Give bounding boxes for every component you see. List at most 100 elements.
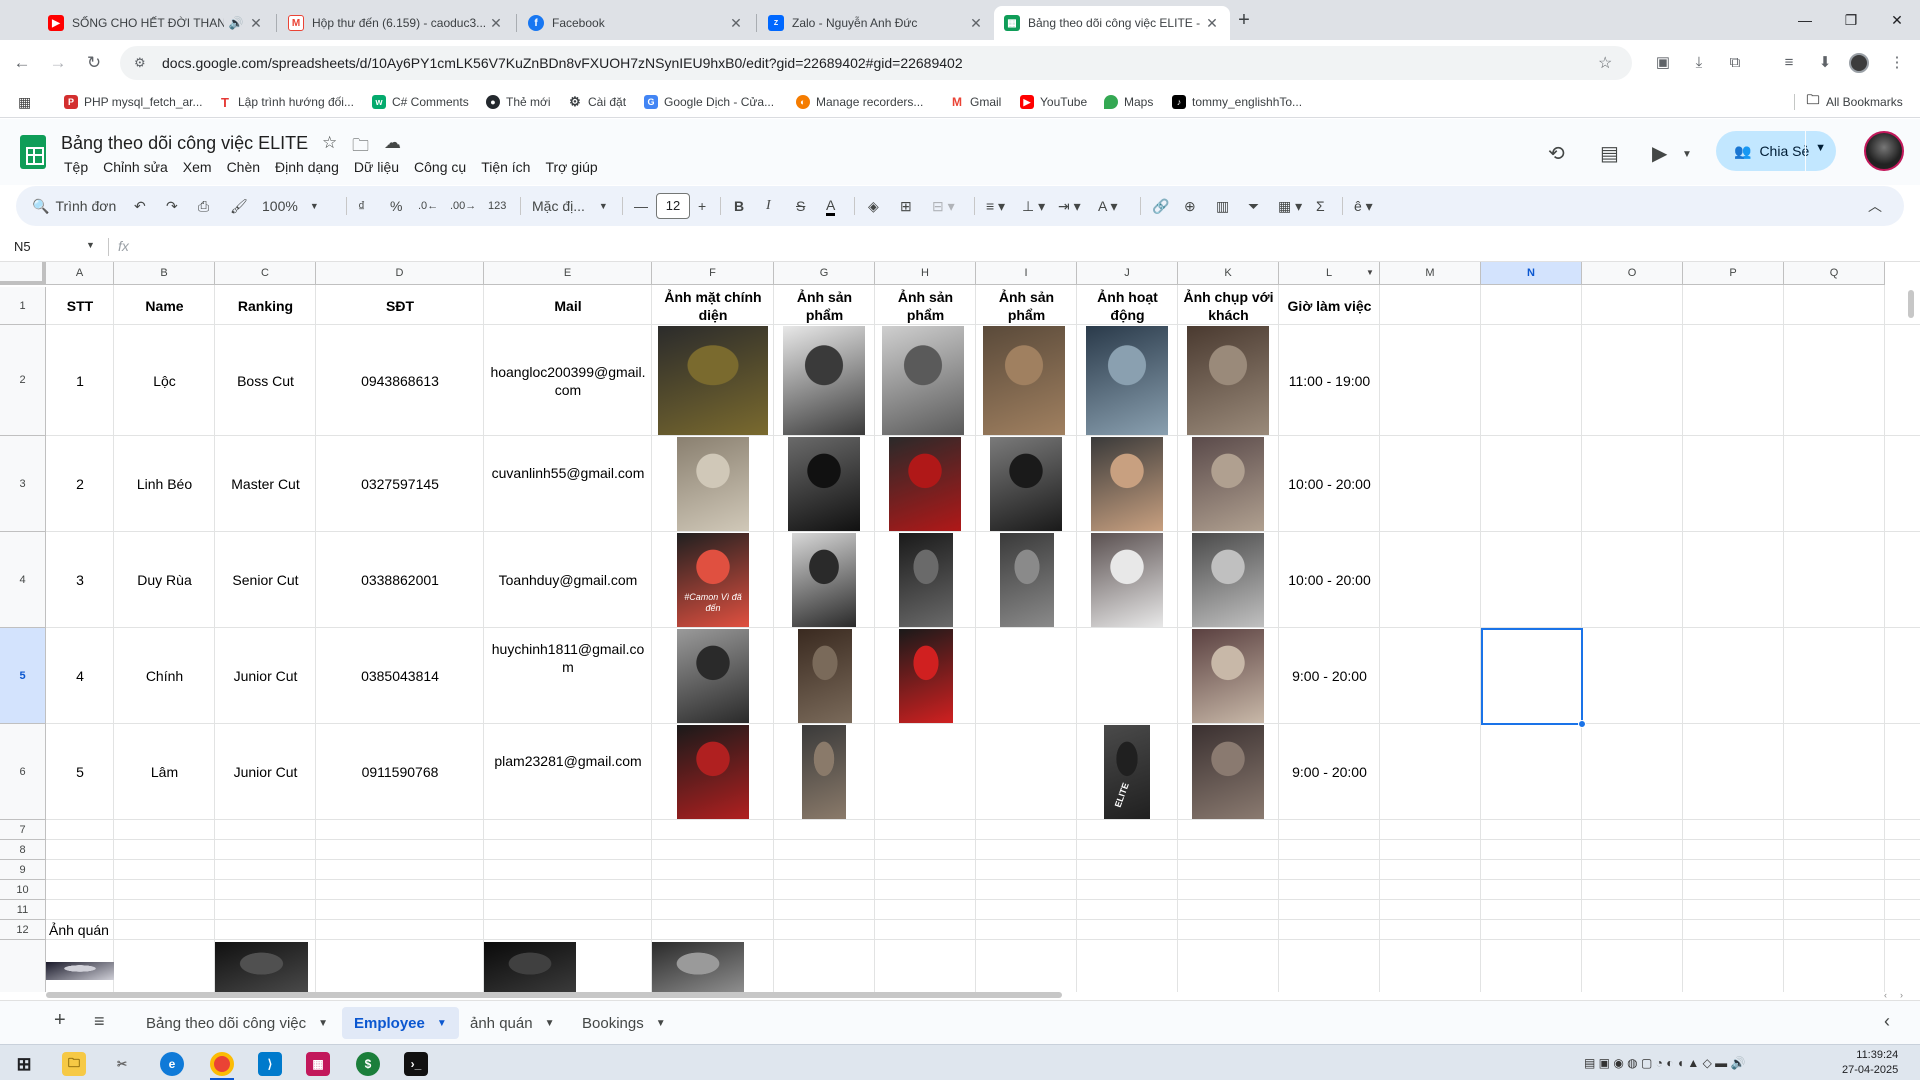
column-header-a[interactable]: A	[46, 262, 114, 285]
cell-photo[interactable]	[783, 326, 865, 435]
cloud-saved-icon[interactable]: ☁	[384, 133, 401, 153]
undo-icon[interactable]: ↶	[134, 196, 146, 216]
column-header-o[interactable]: O	[1582, 262, 1683, 285]
header-anh-sp-1[interactable]: Ảnh sản phẩm	[774, 287, 875, 325]
cell-ranking[interactable]: Senior Cut	[215, 532, 316, 628]
more-menu-icon[interactable]: ⋮	[1886, 52, 1908, 74]
paint-format-icon[interactable]: 🖌	[230, 196, 248, 216]
cell-name[interactable]: Linh Béo	[114, 436, 215, 532]
vscode-icon[interactable]: ⟩	[258, 1052, 282, 1076]
column-header-k[interactable]: K	[1178, 262, 1279, 285]
browser-tab-gmail[interactable]: M Hộp thư đến (6.159) - caoduc3... ✕	[278, 6, 514, 40]
selected-cell-n5[interactable]	[1481, 628, 1583, 725]
sheets-logo-icon[interactable]	[20, 135, 46, 169]
cell-photo[interactable]	[889, 437, 961, 531]
cell-gio[interactable]: 10:00 - 20:00	[1279, 532, 1380, 628]
row-header-3[interactable]: 3	[0, 436, 46, 532]
header-anh-hoat-dong[interactable]: Ảnh hoạt động	[1077, 287, 1178, 325]
meet-camera-icon[interactable]: ▶	[1652, 141, 1667, 166]
row-header-7[interactable]: 7	[0, 820, 46, 840]
chevron-down-icon[interactable]: ▼	[437, 1018, 447, 1029]
cell-name[interactable]: Duy Rùa	[114, 532, 215, 628]
cell-photo[interactable]	[802, 725, 846, 819]
cell-mail[interactable]: plam23281@gmail.com	[484, 724, 652, 820]
print-icon[interactable]: ⎙	[198, 196, 209, 216]
document-title[interactable]: Bảng theo dõi công việc ELITE	[61, 133, 308, 154]
bold-icon[interactable]: B	[734, 196, 744, 216]
spreadsheet-grid[interactable]: STT Name Ranking SĐT Mail Ảnh mặt chính …	[0, 262, 1920, 992]
browser-tab-facebook[interactable]: f Facebook ✕	[518, 6, 754, 40]
bookmark-gmail[interactable]: M Gmail	[950, 93, 1001, 111]
column-header-b[interactable]: B	[114, 262, 215, 285]
cell-photo[interactable]	[677, 437, 749, 531]
cell-anh-quan[interactable]: Ảnh quán	[46, 920, 182, 940]
bookmark-php[interactable]: P PHP mysql_fetch_ar...	[64, 93, 203, 111]
increase-decimal-button[interactable]: .00 →	[450, 196, 476, 216]
bookmark-youtube[interactable]: ▶ YouTube	[1020, 93, 1087, 111]
column-header-g[interactable]: G	[774, 262, 875, 285]
terminal-icon[interactable]: ›_	[404, 1052, 428, 1076]
star-icon[interactable]: ☆	[322, 133, 337, 153]
cell-sdt[interactable]: 0338862001	[316, 532, 484, 628]
edge-icon[interactable]: e	[160, 1052, 184, 1076]
cell-ranking[interactable]: Junior Cut	[215, 628, 316, 724]
browser-tab-youtube[interactable]: ▶ SỐNG CHO HẾT ĐỜI THAN 🔊 ✕	[38, 6, 274, 40]
all-sheets-icon[interactable]: ≡	[94, 1011, 105, 1032]
cell-sdt[interactable]: 0943868613	[316, 325, 484, 436]
version-history-icon[interactable]: ⟲	[1548, 141, 1565, 166]
functions-icon[interactable]: Σ	[1316, 196, 1325, 216]
share-button[interactable]: 👥 Chia Sẻ ▼	[1716, 131, 1836, 171]
windows-start-icon[interactable]: ⊞	[12, 1052, 36, 1076]
row-header-1[interactable]: 1	[0, 287, 46, 325]
header-ranking[interactable]: Ranking	[215, 287, 316, 325]
menu-help[interactable]: Trợ giúp	[545, 159, 597, 175]
fill-color-icon[interactable]: ◈	[868, 196, 879, 216]
cell-gio[interactable]: 10:00 - 20:00	[1279, 436, 1380, 532]
bookmark-settings[interactable]: ⚙ Cài đặt	[568, 93, 626, 111]
cell-mail[interactable]: hoangloc200399@gmail.com	[484, 325, 652, 436]
reload-icon[interactable]: ↻	[83, 52, 105, 74]
menu-format[interactable]: Định dạng	[275, 159, 339, 175]
cell-photo[interactable]	[1091, 437, 1163, 531]
extension-icon[interactable]: ▣	[1652, 52, 1674, 74]
filter-views-icon[interactable]: ▦ ▾	[1278, 196, 1302, 216]
decrease-font-size-icon[interactable]: —	[634, 196, 648, 216]
row-header-8[interactable]: 8	[0, 840, 46, 860]
bookmark-tiktok[interactable]: ♪ tommy_englishhTo...	[1172, 93, 1302, 111]
row-header-10[interactable]: 10	[0, 880, 46, 900]
snipping-tool-icon[interactable]: ✂	[110, 1052, 134, 1076]
column-header-e[interactable]: E	[484, 262, 652, 285]
cell-photo[interactable]	[882, 326, 964, 435]
row-header-12[interactable]: 12	[0, 920, 46, 940]
cell-photo[interactable]	[788, 437, 860, 531]
text-wrap-icon[interactable]: ⇥ ▾	[1058, 196, 1081, 216]
cell-ranking[interactable]: Boss Cut	[215, 325, 316, 436]
browser-tab-zalo[interactable]: Z Zalo - Nguyễn Anh Đức ✕	[758, 6, 994, 40]
scroll-left-icon[interactable]: ‹	[1884, 990, 1887, 1000]
decrease-decimal-button[interactable]: .0 ←	[418, 196, 438, 216]
column-filter-caret-icon[interactable]: ▼	[1366, 268, 1374, 277]
select-all-corner[interactable]	[0, 262, 46, 285]
header-mail[interactable]: Mail	[484, 287, 652, 325]
cell-photo[interactable]	[215, 942, 308, 992]
menu-insert[interactable]: Chèn	[227, 159, 260, 175]
site-settings-icon[interactable]: ⚙	[134, 55, 152, 71]
cell-photo[interactable]	[1192, 629, 1264, 723]
redo-icon[interactable]: ↷	[166, 196, 178, 216]
system-clock[interactable]: 11:39:24 27-04-2025	[1842, 1048, 1898, 1078]
borders-icon[interactable]: ⊞	[900, 196, 912, 216]
vertical-align-icon[interactable]: ⊥ ▾	[1022, 196, 1045, 216]
column-header-f[interactable]: F	[652, 262, 774, 285]
cell-photo[interactable]	[1192, 533, 1264, 627]
tab-employee[interactable]: Employee ▼	[342, 1007, 459, 1039]
font-size-input[interactable]: 12	[656, 193, 690, 219]
tab-bookings[interactable]: Bookings ▼	[570, 1007, 678, 1039]
add-sheet-icon[interactable]: +	[54, 1009, 66, 1032]
money-app-icon[interactable]: $	[356, 1052, 380, 1076]
cell-photo[interactable]	[990, 437, 1062, 531]
row-header-5[interactable]: 5	[0, 628, 46, 724]
cell-gio[interactable]: 11:00 - 19:00	[1279, 325, 1380, 436]
text-rotation-icon[interactable]: A ▾	[1098, 196, 1117, 216]
column-header-n[interactable]: N	[1481, 262, 1582, 285]
extensions-puzzle-icon[interactable]: ⧉	[1724, 52, 1746, 74]
